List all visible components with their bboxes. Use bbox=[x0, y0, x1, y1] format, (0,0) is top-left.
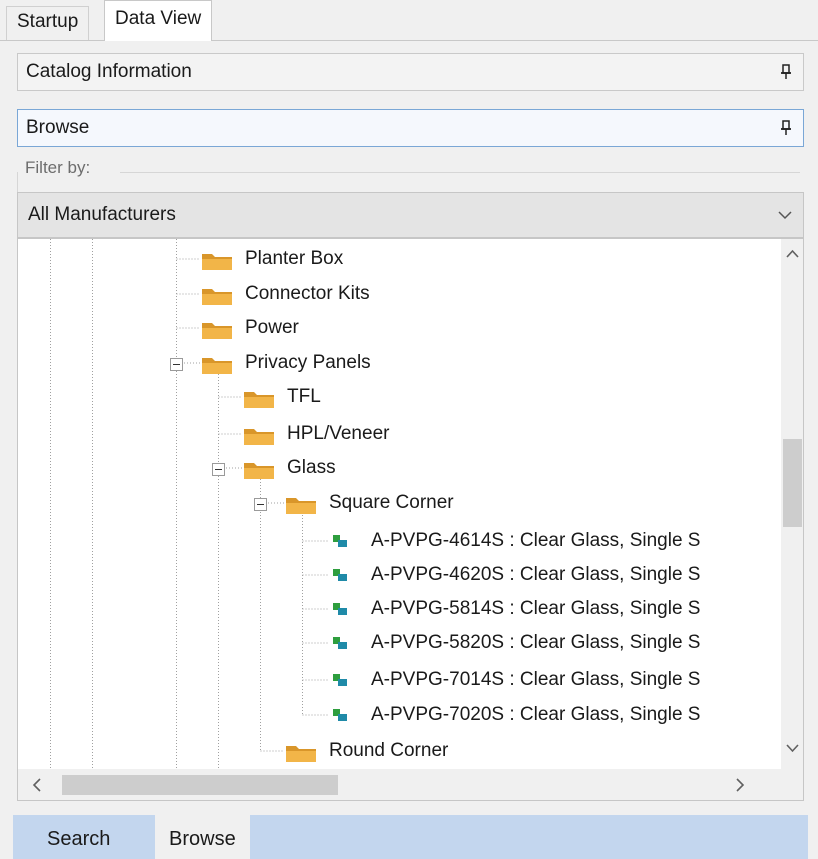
tree-node-label: TFL bbox=[287, 386, 321, 407]
catalog-item-icon bbox=[333, 709, 347, 721]
tree-node-label: Round Corner bbox=[329, 740, 449, 761]
chevron-up-icon[interactable] bbox=[781, 243, 804, 265]
chevron-down-icon[interactable] bbox=[775, 193, 795, 237]
tree-node-power[interactable]: Power bbox=[18, 311, 781, 345]
tree-node-label: Connector Kits bbox=[245, 283, 370, 304]
tree-node-label: HPL/Veneer bbox=[287, 423, 390, 444]
pin-icon[interactable] bbox=[779, 54, 793, 90]
browse-panel-title: Browse bbox=[26, 117, 90, 138]
folder-icon bbox=[202, 289, 232, 305]
catalog-information-header[interactable]: Catalog Information bbox=[17, 53, 804, 91]
folder-icon bbox=[202, 323, 232, 339]
tree-node-privacy-panels[interactable]: Privacy Panels bbox=[18, 346, 781, 380]
chevron-left-icon[interactable] bbox=[26, 774, 49, 796]
tree-node-label: Glass bbox=[287, 457, 336, 478]
tree-item-label: A-PVPG-5814S : Clear Glass, Single S bbox=[371, 598, 701, 619]
catalog-item-icon bbox=[333, 569, 347, 581]
tree-node-label: Power bbox=[245, 317, 299, 338]
folder-icon bbox=[244, 392, 274, 408]
tree-item-a-pvpg-7020s[interactable]: A-PVPG-7020S : Clear Glass, Single S bbox=[18, 698, 781, 732]
tab-browse[interactable]: Browse bbox=[155, 815, 250, 859]
tree-node-label: Planter Box bbox=[245, 248, 344, 269]
tree-node-connector-kits[interactable]: Connector Kits bbox=[18, 277, 781, 311]
folder-icon bbox=[286, 498, 316, 514]
tree-node-tfl[interactable]: TFL bbox=[18, 380, 781, 414]
collapse-toggle[interactable] bbox=[170, 358, 183, 371]
tree-item-a-pvpg-4614s[interactable]: A-PVPG-4614S : Clear Glass, Single S bbox=[18, 524, 781, 558]
tab-data-view[interactable]: Data View bbox=[104, 0, 213, 41]
tree-item-a-pvpg-7014s[interactable]: A-PVPG-7014S : Clear Glass, Single S bbox=[18, 663, 781, 697]
scrollbar-corner bbox=[781, 769, 803, 800]
catalog-tree[interactable]: Planter Box Connector Kits Power Privacy… bbox=[17, 238, 804, 801]
tree-node-glass[interactable]: Glass bbox=[18, 451, 781, 485]
pin-icon[interactable] bbox=[779, 110, 793, 146]
browse-panel-header[interactable]: Browse bbox=[17, 109, 804, 147]
tree-node-label: Square Corner bbox=[329, 492, 454, 513]
tree-node-planter-box[interactable]: Planter Box bbox=[18, 242, 781, 276]
document-tab-strip: Startup Data View bbox=[0, 0, 818, 41]
chevron-right-icon[interactable] bbox=[728, 774, 751, 796]
tree-item-a-pvpg-4620s[interactable]: A-PVPG-4620S : Clear Glass, Single S bbox=[18, 558, 781, 592]
tab-startup[interactable]: Startup bbox=[6, 6, 90, 40]
tree-item-label: A-PVPG-4614S : Clear Glass, Single S bbox=[371, 530, 701, 551]
catalog-item-icon bbox=[333, 637, 347, 649]
catalog-item-icon bbox=[333, 535, 347, 547]
tree-node-round-corner[interactable]: Round Corner bbox=[18, 734, 781, 768]
tree-node-square-corner[interactable]: Square Corner bbox=[18, 486, 781, 520]
filter-by-label: Filter by: bbox=[25, 158, 91, 177]
catalog-item-icon bbox=[333, 603, 347, 615]
filter-group-frame bbox=[17, 172, 18, 192]
tree-viewport: Planter Box Connector Kits Power Privacy… bbox=[18, 239, 781, 769]
tree-item-label: A-PVPG-4620S : Clear Glass, Single S bbox=[371, 564, 701, 585]
chevron-down-icon[interactable] bbox=[781, 737, 804, 759]
tree-node-hpl-veneer[interactable]: HPL/Veneer bbox=[18, 417, 781, 451]
folder-icon bbox=[244, 463, 274, 479]
panel-tab-strip: Search Browse bbox=[13, 815, 808, 859]
folder-icon bbox=[244, 429, 274, 445]
manufacturer-filter-value: All Manufacturers bbox=[28, 204, 176, 225]
folder-icon bbox=[286, 746, 316, 762]
horizontal-scroll-thumb[interactable] bbox=[62, 775, 338, 795]
vertical-scrollbar[interactable] bbox=[781, 239, 804, 769]
tree-item-a-pvpg-5820s[interactable]: A-PVPG-5820S : Clear Glass, Single S bbox=[18, 626, 781, 660]
tree-node-label: Privacy Panels bbox=[245, 352, 371, 373]
catalog-information-title: Catalog Information bbox=[26, 61, 192, 82]
collapse-toggle[interactable] bbox=[212, 463, 225, 476]
tree-item-label: A-PVPG-5820S : Clear Glass, Single S bbox=[371, 632, 701, 653]
tree-item-a-pvpg-5814s[interactable]: A-PVPG-5814S : Clear Glass, Single S bbox=[18, 592, 781, 626]
manufacturer-filter-select[interactable]: All Manufacturers bbox=[17, 192, 804, 238]
tree-item-label: A-PVPG-7020S : Clear Glass, Single S bbox=[371, 704, 701, 725]
vertical-scroll-thumb[interactable] bbox=[783, 439, 802, 527]
collapse-toggle[interactable] bbox=[254, 498, 267, 511]
catalog-item-icon bbox=[333, 674, 347, 686]
tab-search[interactable]: Search bbox=[33, 815, 124, 859]
filter-group-rule bbox=[120, 172, 800, 173]
tree-item-label: A-PVPG-7014S : Clear Glass, Single S bbox=[371, 669, 701, 690]
folder-icon bbox=[202, 358, 232, 374]
folder-icon bbox=[202, 254, 232, 270]
horizontal-scrollbar[interactable] bbox=[18, 769, 781, 800]
